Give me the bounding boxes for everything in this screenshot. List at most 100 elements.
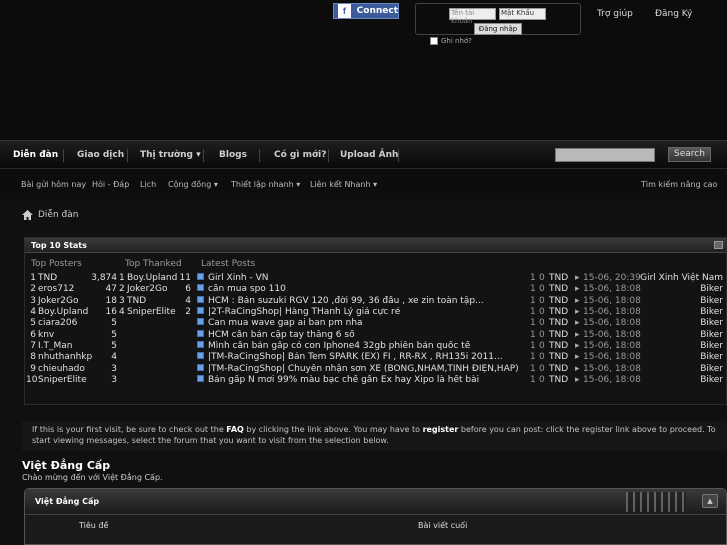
stat-posts: 3 (111, 363, 117, 374)
password-input[interactable]: Mật Khẩu (499, 8, 546, 20)
stat-poster[interactable]: I.T_Man (38, 341, 73, 352)
register-link[interactable]: Đăng Ký (655, 9, 692, 19)
subnav-quick-links[interactable]: Liên kết Nhanh ▾ (310, 180, 377, 189)
stat-poster[interactable]: SniperElite (38, 375, 87, 386)
stat-thanked[interactable]: Joker2Go (127, 284, 168, 295)
breadcrumb-home[interactable]: Diễn đàn (38, 210, 78, 220)
remember-checkbox[interactable] (430, 37, 438, 45)
tab-upload-image[interactable]: Upload Ảnh (340, 141, 398, 169)
stats-title-text: Top 10 Stats (31, 241, 87, 250)
stat-forum[interactable]: Biker (627, 284, 723, 295)
stat-title[interactable]: HCM : Bán suzuki RGV 120 ,đời 99, 36 đầu… (208, 296, 518, 307)
tab-blogs[interactable]: Blogs (219, 141, 247, 169)
stat-author[interactable]: TND (549, 284, 568, 295)
tab-whats-new[interactable]: Có gì mới? (274, 141, 326, 169)
tab-market[interactable]: Thị trường ▾ (140, 141, 201, 169)
faq-link[interactable]: FAQ (226, 425, 244, 434)
subnav-quick-settings[interactable]: Thiết lập nhanh ▾ (231, 180, 300, 189)
stat-rank: 6 (30, 329, 36, 340)
search-button[interactable]: Search (668, 147, 711, 162)
stats-row: 2 eros712 47 2 Joker2Go 6 cần mua spo 110 1 0 TND… (25, 284, 725, 295)
stat-thanked[interactable]: TND (127, 296, 146, 307)
col-latest-posts[interactable]: Latest Posts (201, 259, 255, 269)
stat-title[interactable]: Bán gấp N mơi 99% màu bạc chế gần Ex hay… (208, 375, 518, 386)
stat-poster[interactable]: knv (38, 330, 54, 341)
stat-forum[interactable]: Biker (627, 330, 723, 341)
post-icon (197, 352, 204, 360)
advanced-search-link[interactable]: Tìm kiếm nâng cao (641, 180, 717, 189)
stat-author[interactable]: TND (549, 307, 568, 318)
stat-author[interactable]: TND (549, 273, 568, 284)
stat-poster[interactable]: eros712 (38, 284, 74, 295)
subnav-calendar[interactable]: Lịch (140, 180, 156, 189)
facebook-connect-button[interactable]: f Connect (333, 3, 399, 19)
stat-author[interactable]: TND (549, 341, 568, 352)
subnav-community[interactable]: Cộng đồng ▾ (168, 180, 218, 189)
stat-replies: 1 (530, 307, 536, 318)
search-input[interactable] (555, 148, 655, 162)
stat-views: 0 (539, 329, 545, 340)
username-input[interactable]: Tên tài khoản (449, 8, 496, 25)
stat-forum[interactable]: Biker (627, 341, 723, 352)
stat-title[interactable]: |TM-RaCingShop| Bán Tem SPARK (EX) FI , … (208, 352, 518, 363)
login-button[interactable]: Đăng nhập (474, 23, 522, 35)
remember-me[interactable]: Ghi nhớ? (430, 37, 472, 45)
stat-title[interactable]: |2T-RaCingShop| Hàng THanh Lý giá cực rẻ (208, 307, 518, 318)
stat-title[interactable]: |TM-RaCingShop| Chuyên nhận sơn XE (BÓNG… (208, 364, 518, 375)
tab-forum[interactable]: Diễn đàn (13, 141, 58, 169)
stat-poster[interactable]: Boy.Upland (38, 307, 88, 318)
stat-title[interactable]: Mình cần bán gấp có con Iphone4 32gb phi… (208, 341, 518, 352)
collapse-button[interactable]: ▲ (702, 494, 718, 508)
subnav-faq[interactable]: Hỏi - Đáp (92, 180, 129, 189)
post-icon (197, 273, 204, 280)
stat-arrow: ▸ (575, 295, 580, 306)
stat-forum[interactable]: Biker (627, 307, 723, 318)
tab-trading[interactable]: Giao dịch (77, 141, 124, 169)
stat-poster[interactable]: Joker2Go (38, 296, 79, 307)
stat-author[interactable]: TND (549, 352, 568, 363)
stat-author[interactable]: TND (549, 330, 568, 341)
stat-poster[interactable]: TND (38, 273, 57, 284)
notice-text: by clicking the link above. You may have… (243, 425, 423, 434)
stat-poster[interactable]: chieuhado (38, 364, 85, 375)
stat-title[interactable]: cần mua spo 110 (208, 284, 518, 295)
forum-category-title[interactable]: Việt Đẳng Cấp (22, 459, 110, 472)
stat-posts: 5 (111, 341, 117, 352)
stat-poster[interactable]: ciara206 (38, 318, 77, 329)
stat-title[interactable]: HCM cần bán cặp tay thắng 6 số (208, 330, 518, 341)
stat-arrow: ▸ (575, 375, 580, 386)
stat-views: 0 (539, 341, 545, 352)
stat-forum[interactable]: Biker (627, 375, 723, 386)
stat-author[interactable]: TND (549, 375, 568, 386)
stat-trank: 1 (119, 273, 125, 283)
stat-forum[interactable]: Biker (627, 318, 723, 329)
post-icon (197, 318, 204, 326)
stat-forum[interactable]: Biker (627, 364, 723, 375)
register-inline-link[interactable]: register (423, 425, 459, 434)
collapse-icon[interactable] (714, 241, 723, 249)
forum-box-title[interactable]: Việt Đẳng Cấp (35, 497, 99, 506)
stat-author[interactable]: TND (549, 364, 568, 375)
col-top-thanked[interactable]: Top Thanked (125, 259, 182, 269)
help-link[interactable]: Trợ giúp (597, 9, 633, 19)
home-icon[interactable] (22, 210, 33, 220)
subnav-todays-posts[interactable]: Bài gửi hôm nay (21, 180, 86, 189)
stats-row: 10 SniperElite 3 Bán gấp N mơi 99% màu bạc … (25, 375, 725, 386)
stat-title[interactable]: Can mua wave gap ai ban pm nha (208, 318, 518, 329)
breadcrumb: Diễn đàn (22, 210, 78, 220)
stat-thanked[interactable]: Boy.Upland (127, 273, 177, 284)
stat-arrow: ▸ (575, 318, 580, 329)
stat-poster[interactable]: nhuthanhkp (38, 352, 92, 363)
remember-label: Ghi nhớ? (441, 37, 472, 45)
stat-forum[interactable]: Biker (627, 352, 723, 363)
col-top-posters[interactable]: Top Posters (31, 259, 82, 269)
stat-author[interactable]: TND (549, 296, 568, 307)
stat-thanked[interactable]: SniperElite (127, 307, 176, 318)
stat-views: 0 (539, 273, 545, 283)
stat-replies: 1 (530, 352, 536, 363)
stat-forum[interactable]: Biker (627, 296, 723, 307)
stat-forum[interactable]: Girl Xinh Việt Nam (627, 273, 723, 284)
stat-replies: 1 (530, 375, 536, 386)
stat-author[interactable]: TND (549, 318, 568, 329)
stat-title[interactable]: Girl Xinh - VN (208, 273, 518, 284)
